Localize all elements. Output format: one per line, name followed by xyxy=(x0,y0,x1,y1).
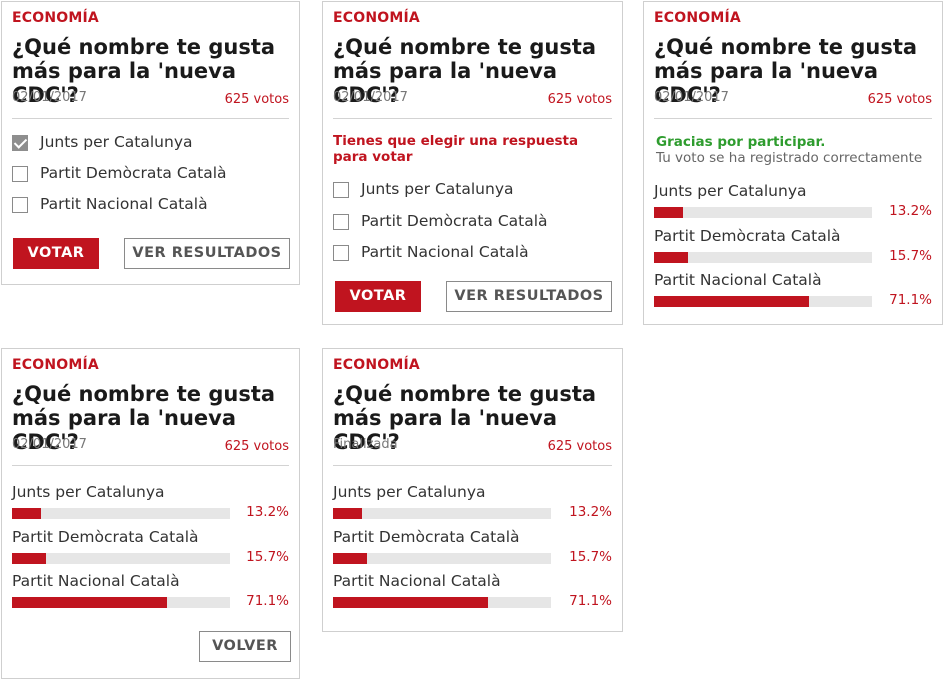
vote-count: 625 votos xyxy=(224,92,289,107)
result-label: Partit Demòcrata Català xyxy=(333,527,520,546)
result-bar xyxy=(12,597,230,608)
poll-date: 02/01/2017 xyxy=(654,90,729,105)
result-percentage: 13.2% xyxy=(889,203,932,219)
thanks-title: Gracias por participar. xyxy=(656,134,826,150)
result-percentage: 71.1% xyxy=(246,593,289,609)
checkbox-checked[interactable] xyxy=(12,135,28,151)
view-results-button[interactable]: VER RESULTADOS xyxy=(124,238,290,269)
poll-date: 02/01/2017 xyxy=(333,90,408,105)
vote-button[interactable]: VOTAR xyxy=(13,238,99,269)
result-bar-fill xyxy=(654,207,683,218)
result-bar xyxy=(333,508,551,519)
checkbox[interactable] xyxy=(12,166,28,182)
result-percentage: 71.1% xyxy=(889,292,932,308)
poll-card-results: ECONOMÍA ¿Qué nombre te gusta más para l… xyxy=(1,348,300,679)
result-bar xyxy=(654,251,872,263)
vote-count: 625 votos xyxy=(867,92,932,107)
result-percentage: 15.7% xyxy=(246,548,289,565)
poll-card-finished: ECONOMÍA ¿Qué nombre te gusta más para l… xyxy=(322,348,623,632)
result-bar-fill xyxy=(12,508,41,519)
option-label: Partit Nacional Català xyxy=(40,195,208,213)
vote-button[interactable]: VOTAR xyxy=(335,281,421,312)
poll-meta: 02/01/2017 625 votos xyxy=(333,90,612,119)
poll-meta: 02/01/2017 625 votos xyxy=(12,90,289,119)
result-bar-fill xyxy=(333,508,362,519)
section-label[interactable]: ECONOMÍA xyxy=(654,10,741,26)
vote-count: 625 votos xyxy=(547,92,612,107)
section-label[interactable]: ECONOMÍA xyxy=(333,357,420,373)
result-percentage: 15.7% xyxy=(889,247,932,264)
option-label: Junts per Catalunya xyxy=(361,180,514,198)
option-label: Partit Nacional Català xyxy=(361,243,529,261)
poll-card-selected: ECONOMÍA ¿Qué nombre te gusta más para l… xyxy=(1,1,300,285)
poll-card-thanks: ECONOMÍA ¿Qué nombre te gusta más para l… xyxy=(643,1,943,325)
checkbox[interactable] xyxy=(333,214,349,230)
result-bar xyxy=(12,552,230,564)
poll-card-error: ECONOMÍA ¿Qué nombre te gusta más para l… xyxy=(322,1,623,325)
checkbox[interactable] xyxy=(12,197,28,213)
back-button[interactable]: VOLVER xyxy=(199,631,291,662)
result-percentage: 13.2% xyxy=(569,504,612,520)
result-bar-fill xyxy=(12,552,47,564)
poll-meta: 02/01/2017 625 votos xyxy=(12,437,289,466)
result-bar xyxy=(333,597,551,608)
option-label: Partit Demòcrata Català xyxy=(40,164,227,182)
section-label[interactable]: ECONOMÍA xyxy=(333,10,420,26)
result-percentage: 71.1% xyxy=(569,593,612,609)
result-label: Junts per Catalunya xyxy=(654,182,807,200)
poll-meta: Finalizada 625 votos xyxy=(333,437,612,466)
thanks-subtitle: Tu voto se ha registrado correctamente xyxy=(656,150,923,166)
poll-date: 02/01/2017 xyxy=(12,437,87,452)
poll-status: Finalizada xyxy=(333,437,398,452)
result-label: Partit Demòcrata Català xyxy=(12,527,199,546)
view-results-button[interactable]: VER RESULTADOS xyxy=(446,281,612,312)
result-bar-fill xyxy=(333,597,488,608)
result-label: Partit Nacional Català xyxy=(333,572,501,590)
result-bar xyxy=(654,207,872,218)
option-label: Partit Demòcrata Català xyxy=(361,212,548,230)
vote-count: 625 votos xyxy=(547,439,612,454)
result-label: Partit Nacional Català xyxy=(12,572,180,590)
poll-date: 02/01/2017 xyxy=(12,90,87,105)
checkbox[interactable] xyxy=(333,245,349,261)
result-bar-fill xyxy=(654,296,809,307)
result-bar xyxy=(12,508,230,519)
result-bar-fill xyxy=(12,597,167,608)
poll-meta: 02/01/2017 625 votos xyxy=(654,90,932,119)
result-bar xyxy=(333,552,551,564)
checkbox[interactable] xyxy=(333,182,349,198)
result-bar-fill xyxy=(333,552,368,564)
result-label: Junts per Catalunya xyxy=(12,483,165,501)
option-label: Junts per Catalunya xyxy=(40,133,193,151)
result-label: Junts per Catalunya xyxy=(333,483,486,501)
section-label[interactable]: ECONOMÍA xyxy=(12,357,99,373)
result-percentage: 15.7% xyxy=(569,548,612,565)
result-percentage: 13.2% xyxy=(246,504,289,520)
result-label: Partit Demòcrata Català xyxy=(654,226,841,245)
section-label[interactable]: ECONOMÍA xyxy=(12,10,99,26)
error-message: Tienes que elegir una respuesta para vot… xyxy=(333,133,579,165)
result-bar-fill xyxy=(654,251,689,263)
vote-count: 625 votos xyxy=(224,439,289,454)
result-label: Partit Nacional Català xyxy=(654,271,822,289)
result-bar xyxy=(654,296,872,307)
